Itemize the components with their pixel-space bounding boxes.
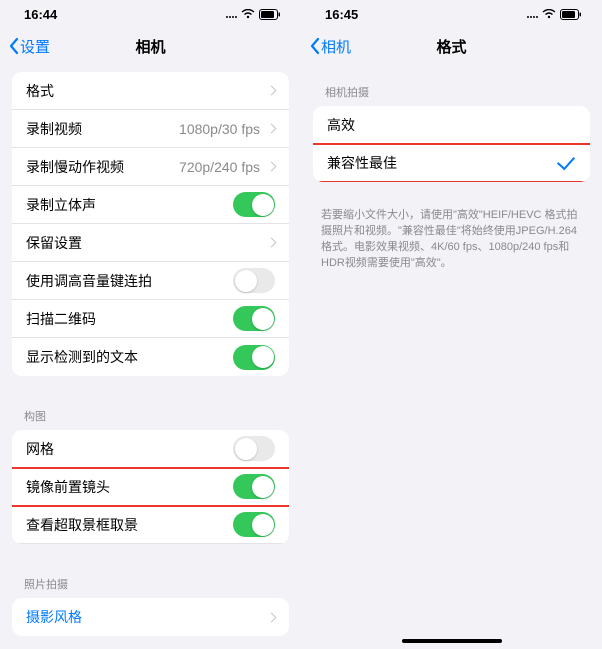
- back-label: 设置: [20, 36, 50, 57]
- row-label: 扫描二维码: [26, 309, 96, 329]
- row-label: 录制立体声: [26, 195, 96, 215]
- row-preserve-settings[interactable]: 保留设置: [12, 224, 289, 262]
- back-button[interactable]: 相机: [301, 36, 351, 57]
- status-time: 16:44: [24, 7, 57, 22]
- group-composition: 网格 镜像前置镜头 查看超取景框取景: [12, 430, 289, 544]
- checkmark-icon: [558, 160, 576, 166]
- group-capture: 格式 录制视频 1080p/30 fps 录制慢动作视频 720p/240 fp…: [12, 72, 289, 376]
- status-bar: 16:44: [0, 0, 301, 28]
- settings-content: 格式 录制视频 1080p/30 fps 录制慢动作视频 720p/240 fp…: [0, 64, 301, 649]
- switch-volume-burst[interactable]: [233, 268, 275, 293]
- switch-mirror-front[interactable]: [233, 474, 275, 499]
- row-label: 高效: [327, 115, 355, 135]
- back-button[interactable]: 设置: [0, 36, 50, 57]
- chevron-right-icon: [267, 612, 277, 622]
- row-view-outside-frame[interactable]: 查看超取景框取景: [12, 506, 289, 544]
- row-label: 显示检测到的文本: [26, 347, 138, 367]
- home-indicator: [402, 639, 502, 643]
- row-label: 格式: [26, 81, 54, 101]
- row-scan-qr[interactable]: 扫描二维码: [12, 300, 289, 338]
- switch-detect-text[interactable]: [233, 345, 275, 370]
- row-high-efficiency[interactable]: 高效: [313, 106, 590, 144]
- row-volume-burst[interactable]: 使用调高音量键连拍: [12, 262, 289, 300]
- chevron-right-icon: [267, 238, 277, 248]
- row-grid[interactable]: 网格: [12, 430, 289, 468]
- chevron-right-icon: [267, 86, 277, 96]
- chevron-right-icon: [267, 124, 277, 134]
- camera-settings-screen: 16:44 设置 相机 格式 录制视频 1080p/30 fps 录制慢动作视频: [0, 0, 301, 649]
- row-record-slomo[interactable]: 录制慢动作视频 720p/240 fps: [12, 148, 289, 186]
- status-time: 16:45: [325, 7, 358, 22]
- formats-content: 相机拍摄 高效 兼容性最佳 若要缩小文件大小，请使用"高效"HEIF/HEVC …: [301, 64, 602, 282]
- row-label: 兼容性最佳: [327, 153, 397, 173]
- row-value: 1080p/30 fps: [179, 121, 275, 137]
- section-header-camera-capture: 相机拍摄: [301, 72, 602, 106]
- wifi-icon: [241, 9, 255, 19]
- row-label: 保留设置: [26, 233, 82, 253]
- row-label: 摄影风格: [26, 607, 82, 627]
- row-detect-text[interactable]: 显示检测到的文本: [12, 338, 289, 376]
- row-value: [260, 614, 275, 621]
- switch-grid[interactable]: [233, 436, 275, 461]
- group-format-options: 高效 兼容性最佳: [313, 106, 590, 182]
- chevron-right-icon: [267, 162, 277, 172]
- row-label: 录制慢动作视频: [26, 157, 124, 177]
- row-record-video[interactable]: 录制视频 1080p/30 fps: [12, 110, 289, 148]
- row-value: [260, 239, 275, 246]
- row-label: 录制视频: [26, 119, 82, 139]
- row-label: 镜像前置镜头: [26, 477, 110, 497]
- back-label: 相机: [321, 36, 351, 57]
- footer-format: 若要缩小文件大小，请使用"高效"HEIF/HEVC 格式拍摄照片和视频。"兼容性…: [301, 202, 602, 282]
- row-most-compatible[interactable]: 兼容性最佳: [313, 144, 590, 182]
- section-header-photo: 照片拍摄: [0, 564, 301, 598]
- row-stereo[interactable]: 录制立体声: [12, 186, 289, 224]
- status-icons: [225, 9, 281, 20]
- row-label: 使用调高音量键连拍: [26, 271, 152, 291]
- row-formats[interactable]: 格式: [12, 72, 289, 110]
- switch-view-outside-frame[interactable]: [233, 512, 275, 537]
- battery-icon: [259, 9, 281, 20]
- group-photo: 摄影风格: [12, 598, 289, 636]
- switch-stereo[interactable]: [233, 192, 275, 217]
- chevron-left-icon: [8, 37, 20, 55]
- switch-scan-qr[interactable]: [233, 306, 275, 331]
- row-label: 查看超取景框取景: [26, 515, 138, 535]
- wifi-icon: [542, 9, 556, 19]
- formats-screen: 16:45 相机 格式 相机拍摄 高效 兼容性最佳 若要缩小文件大小，请使用"高…: [301, 0, 602, 649]
- battery-icon: [560, 9, 582, 20]
- section-header-composition: 构图: [0, 396, 301, 430]
- cellular-icon: [526, 9, 538, 19]
- row-photographic-styles[interactable]: 摄影风格: [12, 598, 289, 636]
- status-bar: 16:45: [301, 0, 602, 28]
- row-label: 网格: [26, 439, 54, 459]
- nav-bar: 设置 相机: [0, 28, 301, 64]
- row-value: 720p/240 fps: [179, 159, 275, 175]
- cellular-icon: [225, 9, 237, 19]
- nav-bar: 相机 格式: [301, 28, 602, 64]
- row-mirror-front[interactable]: 镜像前置镜头: [12, 468, 289, 506]
- chevron-left-icon: [309, 37, 321, 55]
- status-icons: [526, 9, 582, 20]
- row-value: [260, 87, 275, 94]
